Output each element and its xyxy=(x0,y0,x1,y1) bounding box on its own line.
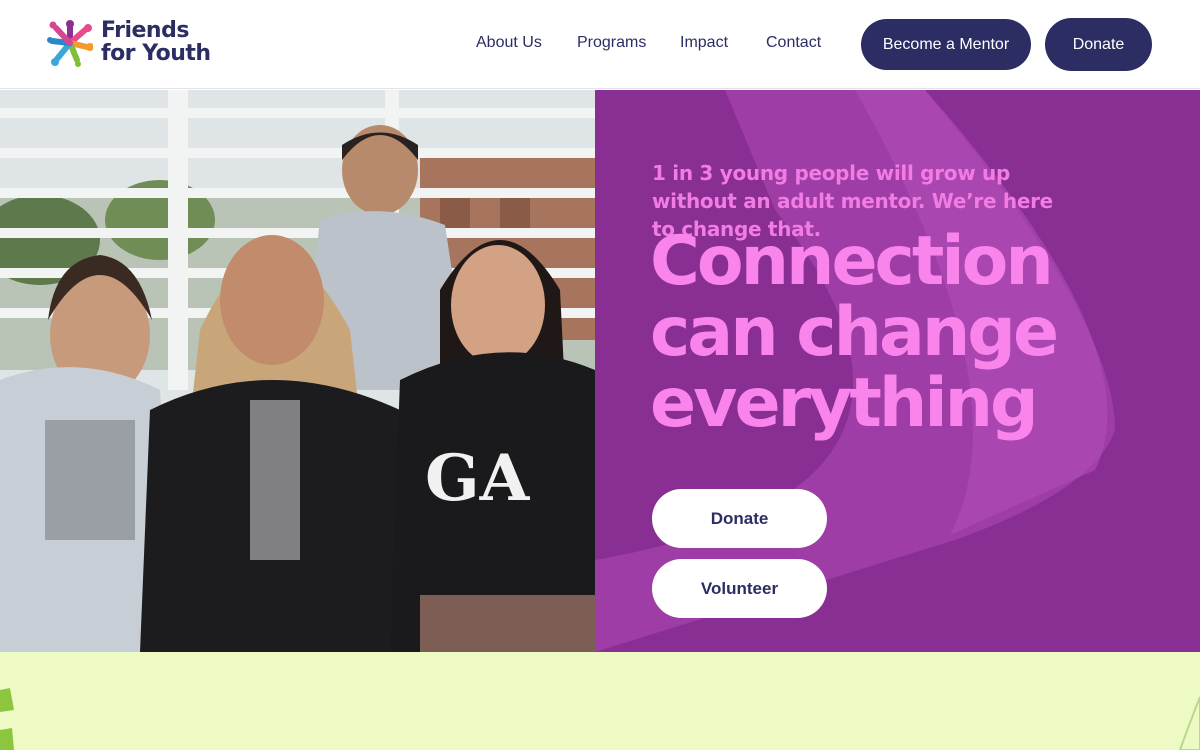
nav-item-impact[interactable]: Impact xyxy=(680,34,728,52)
header-donate-button[interactable]: Donate xyxy=(1045,18,1152,71)
lower-section xyxy=(0,652,1200,750)
hero-title: Connection can change everything xyxy=(650,226,1170,439)
hero-title-line-3: everything xyxy=(650,364,1039,443)
nav-item-programs[interactable]: Programs xyxy=(577,34,646,52)
hero-title-line-2: can change xyxy=(650,293,1059,372)
group-photo-icon: GA xyxy=(0,90,595,652)
hero-donate-button[interactable]: Donate xyxy=(652,489,827,548)
become-mentor-button[interactable]: Become a Mentor xyxy=(861,19,1031,70)
hero-title-line-1: Connection xyxy=(650,222,1054,301)
nav-item-contact[interactable]: Contact xyxy=(766,34,821,52)
hero-panel: 1 in 3 young people will grow up without… xyxy=(595,90,1200,652)
hoodie-print: GA xyxy=(425,441,531,516)
hero-photo: GA xyxy=(0,90,595,652)
decorative-shapes-icon xyxy=(0,688,1200,750)
hero-volunteer-button[interactable]: Volunteer xyxy=(652,559,827,618)
nav-item-about-us[interactable]: About Us xyxy=(476,34,542,52)
site-header: Friends for Youth About Us Programs Impa… xyxy=(0,0,1200,89)
